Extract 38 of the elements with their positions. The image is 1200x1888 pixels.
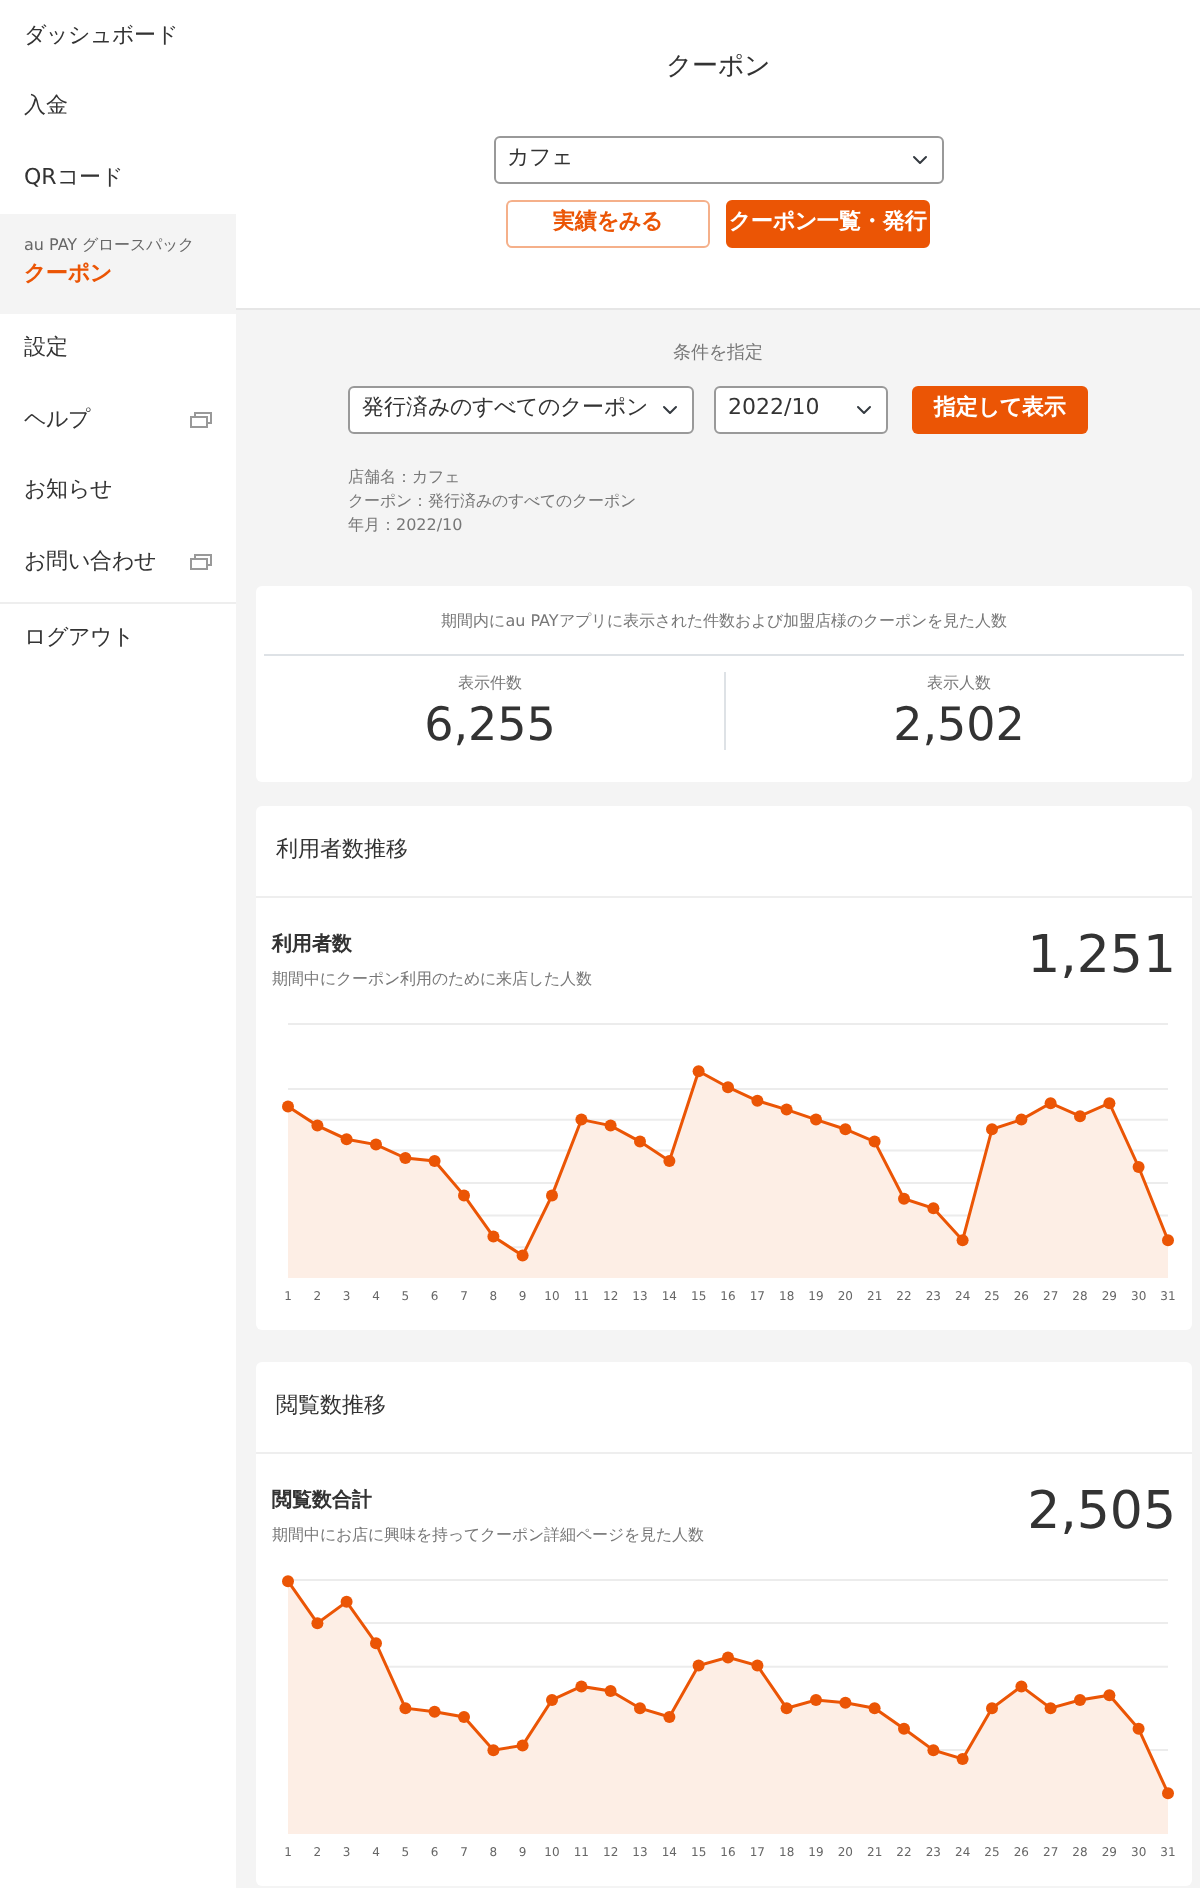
- metric-label: 利用者数: [272, 931, 354, 959]
- stat-value: 6,255: [422, 704, 558, 750]
- month-select[interactable]: 2022/10: [714, 385, 889, 433]
- card-description: 期間内にau PAYアプリに表示された件数および加盟店様のクーポンを見た人数: [264, 586, 1184, 656]
- metric-total: 2,505: [1027, 1485, 1176, 1537]
- window-icon: [190, 411, 212, 428]
- tab[interactable]: クーポン一覧・発行: [726, 199, 930, 247]
- page-title: クーポン: [666, 50, 770, 86]
- tab[interactable]: 実績をみる: [506, 199, 710, 247]
- stat-value: 2,502: [891, 704, 1027, 750]
- sidebar-item[interactable]: ログアウト: [0, 603, 236, 674]
- store-select[interactable]: カフェ: [493, 135, 943, 183]
- sidebar-item[interactable]: 設定: [0, 313, 236, 384]
- window-icon: [190, 553, 212, 570]
- sidebar-group[interactable]: au PAY グロースパック クーポン: [0, 213, 236, 313]
- sidebar-item[interactable]: QRコード: [0, 142, 236, 213]
- sidebar-item[interactable]: ダッシュボード: [0, 0, 236, 71]
- metric-label: 閲覧数合計: [272, 1487, 374, 1515]
- stat-label: 表示人数: [925, 672, 993, 696]
- sidebar-item[interactable]: 入金: [0, 71, 236, 142]
- submit-button[interactable]: 指定して表示: [912, 385, 1088, 433]
- sidebar-item[interactable]: お問い合わせ: [0, 526, 236, 597]
- metric-description: 期間中にお店に興味を持ってクーポン詳細ページを見た人数: [272, 1523, 704, 1547]
- summary-line: クーポン：発行済みのすべてのクーポン: [348, 489, 638, 513]
- sidebar-label: ヘルプ: [24, 403, 90, 435]
- sidebar-item[interactable]: お知らせ: [0, 455, 236, 526]
- metric-description: 期間中にクーポン利用のために来店した人数: [272, 967, 592, 991]
- summary-line: 店舗名：カフェ: [348, 465, 462, 489]
- card-title: 閲覧数推移: [256, 1362, 1192, 1453]
- coupon-select[interactable]: 発行済みのすべてのクーポン: [348, 385, 694, 433]
- group-caption: au PAY グロースパック: [24, 234, 195, 259]
- section-title: 条件を指定: [673, 342, 763, 368]
- summary-line: 年月：2022/10: [348, 513, 465, 537]
- metric-total: 1,251: [1027, 929, 1176, 981]
- card-title: 利用者数推移: [256, 806, 1192, 897]
- stat-label: 表示件数: [456, 672, 524, 696]
- sidebar-item[interactable]: ヘルプ: [0, 384, 236, 455]
- sidebar-label: お問い合わせ: [24, 545, 156, 577]
